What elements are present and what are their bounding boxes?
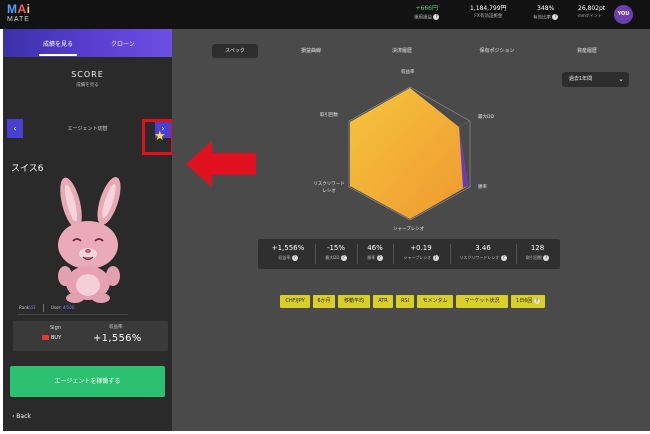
help-icon[interactable]: ? bbox=[543, 255, 550, 261]
metric-sharpe: +0.19 シャープレシオ ? bbox=[403, 244, 439, 261]
rabbit-mascot-image bbox=[58, 177, 121, 303]
score-title: SCORE bbox=[71, 70, 104, 79]
points-display: 26,802pt mmポイント bbox=[578, 5, 606, 19]
chip: 移動平均 bbox=[338, 295, 370, 308]
sign-card: Sign BUY 収益率 +1,556% bbox=[13, 321, 168, 351]
stat-pnl: +666円 運用損益 ? bbox=[414, 5, 440, 21]
rank-user-row: Rank:03 User: 4/500 bbox=[19, 304, 75, 312]
chip: マーケット状況 bbox=[456, 295, 508, 308]
agent-panel: 成績を見る クローン SCORE 成績を見る ‹ エージェント切替 › スイス6… bbox=[3, 29, 172, 431]
chip: ATR bbox=[373, 295, 393, 308]
metric-return: +1,556% 収益率 ? bbox=[271, 244, 305, 261]
favorite-star-icon[interactable]: ★ bbox=[154, 130, 166, 143]
help-icon[interactable]: ? bbox=[432, 255, 439, 261]
chip: モメンタム bbox=[417, 295, 453, 308]
agent-name: スイス6 bbox=[11, 164, 44, 174]
help-icon[interactable]: ? bbox=[340, 255, 347, 261]
app-logo[interactable]: MAi MATE bbox=[7, 3, 31, 23]
active-tab-indicator bbox=[39, 54, 77, 56]
metric-winrate: 46% 勝率 ? bbox=[367, 244, 383, 261]
stat-ratio: 348% 有効比率 ? bbox=[533, 5, 559, 21]
tab-results[interactable]: 成績を見る bbox=[43, 39, 73, 48]
help-icon[interactable]: ? bbox=[500, 255, 507, 261]
help-icon[interactable]: ? bbox=[433, 13, 440, 20]
help-icon[interactable]: ? bbox=[376, 255, 383, 261]
buy-icon bbox=[42, 335, 49, 340]
score-subtitle: 成績を見る bbox=[76, 83, 99, 88]
chip: RSI bbox=[396, 295, 414, 308]
chip: CHF/JPY bbox=[280, 295, 310, 308]
metrics-bar: +1,556% 収益率 ? -15% 最大DD ? 46% 勝率 ? +0.19… bbox=[258, 239, 560, 269]
chip: 6か月 bbox=[313, 295, 335, 308]
top-bar: MAi MATE +666円 運用損益 ? 1,184,799円 FX有効証拠金… bbox=[0, 0, 650, 29]
sign-buy: BUY bbox=[42, 335, 61, 341]
stat-margin: 1,184,799円 FX有効証拠金 bbox=[470, 5, 507, 19]
metric-maxdd: -15% 最大DD ? bbox=[325, 244, 347, 261]
main-panel: スペック 損益曲線 決済履歴 保有ポジション 資産履歴 過去1年間 ⌄ 収益率 … bbox=[172, 29, 650, 431]
metric-riskreward: 3.46 リスクリワードレシオ ? bbox=[459, 244, 507, 261]
divider bbox=[17, 314, 128, 315]
annotation-arrow-icon bbox=[186, 141, 256, 187]
favorite-highlight-box: ★ bbox=[142, 119, 174, 155]
radar-area bbox=[350, 88, 468, 219]
help-icon[interactable]: ? bbox=[291, 255, 298, 261]
help-icon[interactable]: ? bbox=[552, 13, 559, 20]
run-agent-button[interactable]: エージェントを稼働する bbox=[10, 366, 165, 397]
agent-tabs: 成績を見る クローン bbox=[3, 29, 172, 57]
metric-trades: 128 取引回数 ? bbox=[525, 244, 550, 261]
tab-clone[interactable]: クローン bbox=[111, 39, 135, 48]
back-link[interactable]: ‹ Back bbox=[12, 413, 31, 420]
help-icon[interactable]: ? bbox=[533, 297, 540, 304]
return-value: +1,556% bbox=[93, 333, 142, 344]
chip: 1日6回 ? bbox=[511, 295, 545, 308]
avatar[interactable]: YOU bbox=[614, 5, 633, 24]
